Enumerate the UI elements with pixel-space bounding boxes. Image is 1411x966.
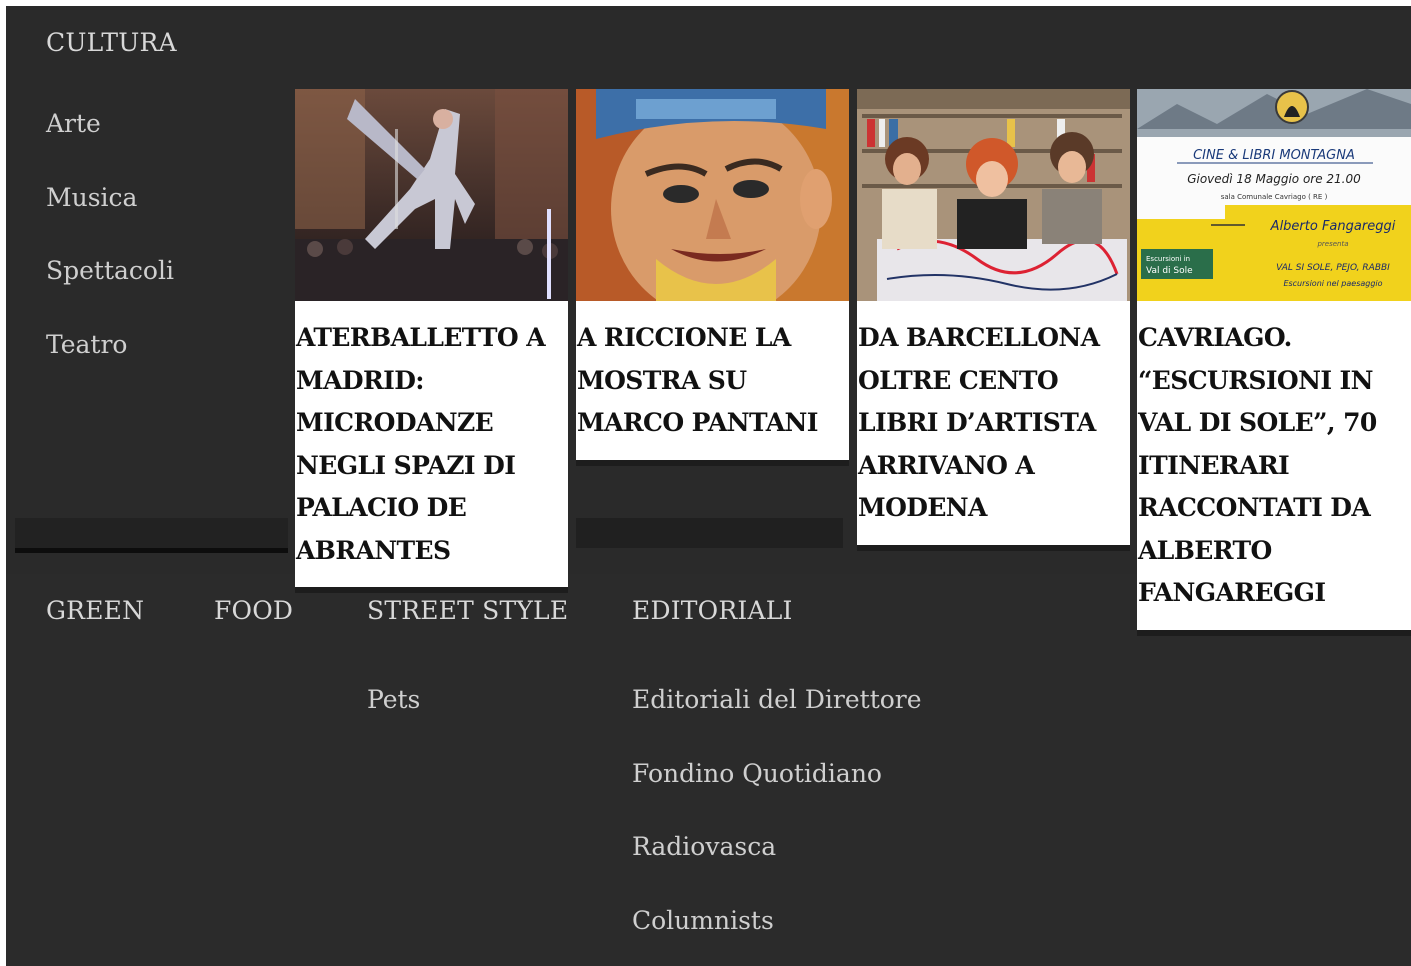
poster-line: presenta [1316, 240, 1348, 248]
menu-street-style[interactable]: STREET STYLE [367, 596, 568, 625]
poster-line: CINE & LIBRI MONTAGNA [1193, 148, 1355, 163]
article-title[interactable]: DA BARCELLONA OLTRE CENTO LIBRI D’ARTIST… [858, 317, 1128, 530]
poster-line: Giovedì 18 Maggio ore 21.00 [1187, 172, 1361, 186]
submenu-columnists[interactable]: Columnists [632, 906, 774, 935]
submenu-teatro[interactable]: Teatro [46, 330, 127, 359]
menu-food[interactable]: FOOD [214, 596, 293, 625]
submenu-pets[interactable]: Pets [367, 685, 420, 714]
submenu-spettacoli[interactable]: Spettacoli [46, 256, 174, 285]
submenu-arte[interactable]: Arte [46, 109, 101, 138]
event-poster-image[interactable]: CINE & LIBRI MONTAGNA Giovedì 18 Maggio … [1137, 89, 1411, 301]
submenu-shadow [15, 518, 288, 553]
poster-line: Escursioni in [1146, 255, 1190, 263]
three-women-with-artist-book-photo[interactable] [857, 89, 1130, 301]
article-card[interactable]: ATERBALLETTO A MADRID: MICRODANZE NEGLI … [295, 89, 568, 587]
submenu-musica[interactable]: Musica [46, 183, 137, 212]
submenu-radiovasca[interactable]: Radiovasca [632, 832, 776, 861]
submenu-editoriali-direttore[interactable]: Editoriali del Direttore [632, 685, 922, 714]
menu-green[interactable]: GREEN [46, 596, 144, 625]
poster-line: Val di Sole [1146, 266, 1193, 276]
mega-menu: CULTURA Arte Musica Spettacoli Teatro GR… [6, 6, 1411, 966]
menu-cultura[interactable]: CULTURA [46, 28, 177, 57]
article-card[interactable]: CINE & LIBRI MONTAGNA Giovedì 18 Maggio … [1137, 89, 1411, 630]
poster-line: sala Comunale Cavriago ( RE ) [1221, 193, 1328, 201]
article-card[interactable]: DA BARCELLONA OLTRE CENTO LIBRI D’ARTIST… [857, 89, 1130, 545]
poster-line: VAL SI SOLE, PEJO, RABBI [1276, 263, 1390, 273]
card-shadow [576, 518, 843, 548]
article-title[interactable]: CAVRIAGO. “ESCURSIONI IN VAL DI SOLE”, 7… [1138, 317, 1409, 615]
article-card[interactable]: A RICCIONE LA MOSTRA SU MARCO PANTANI [576, 89, 849, 460]
article-title[interactable]: A RICCIONE LA MOSTRA SU MARCO PANTANI [577, 317, 847, 445]
submenu-fondino-quotidiano[interactable]: Fondino Quotidiano [632, 759, 882, 788]
article-title[interactable]: ATERBALLETTO A MADRID: MICRODANZE NEGLI … [296, 317, 566, 572]
painted-portrait-cyclist-photo[interactable] [576, 89, 849, 301]
poster-line: Alberto Fangareggi [1270, 219, 1396, 234]
poster-line: Escursioni nel paesaggio [1283, 279, 1382, 288]
menu-editoriali[interactable]: EDITORIALI [632, 596, 793, 625]
dancer-in-silver-costume-photo[interactable] [295, 89, 568, 301]
